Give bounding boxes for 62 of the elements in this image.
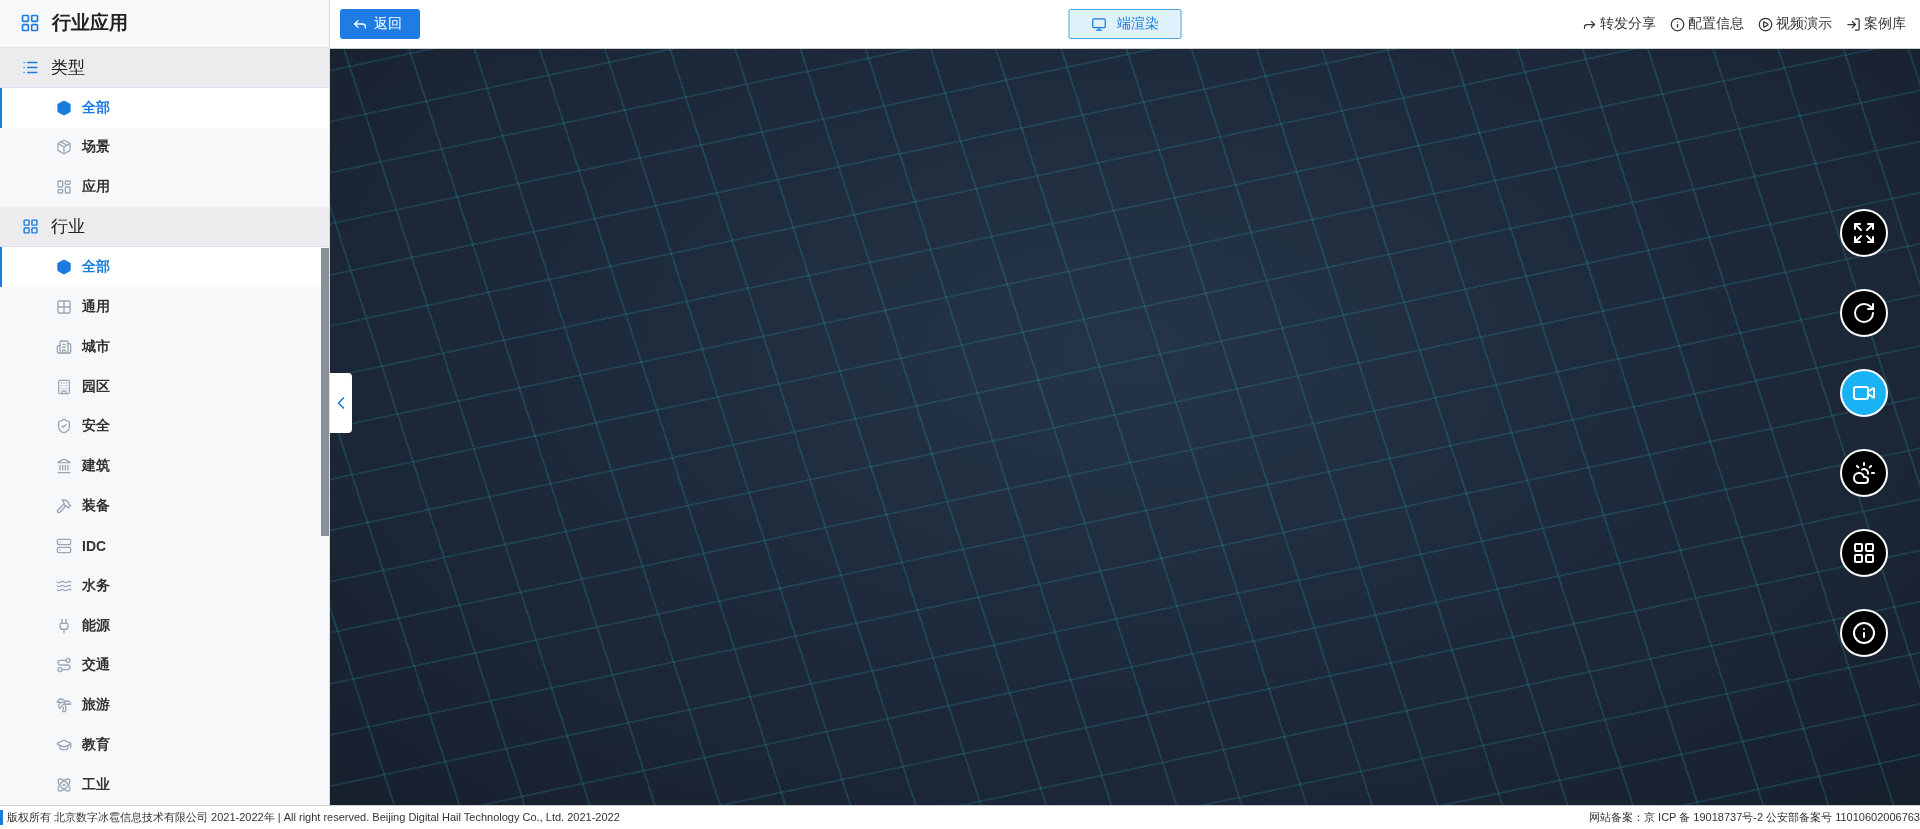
monitor-icon [1091, 16, 1107, 32]
atom-icon [56, 776, 72, 793]
sidebar-item[interactable]: 建筑 [0, 446, 321, 487]
cube-outline-icon [56, 139, 72, 156]
sidebar-title-text: 行业应用 [52, 11, 128, 36]
sidebar-item[interactable]: 能源 [0, 605, 321, 646]
back-button[interactable]: 返回 [340, 9, 420, 39]
collapse-sidebar-button[interactable] [330, 373, 352, 433]
grid-icon [22, 218, 39, 236]
toolbar-link[interactable]: 转发分享 [1582, 15, 1656, 33]
section-title: 类型 [51, 56, 85, 79]
info-icon [1852, 621, 1876, 645]
render-mode-button[interactable]: 端渲染 [1068, 9, 1182, 39]
sidebar-item[interactable]: 场景 [0, 127, 329, 168]
sidebar-item[interactable]: 教育 [0, 725, 321, 766]
cube-icon [56, 259, 72, 275]
sidebar-item[interactable]: 应用 [0, 167, 329, 208]
sidebar-item[interactable]: 通用 [0, 286, 321, 327]
fullscreen-button[interactable] [1840, 209, 1888, 257]
login-icon [1846, 16, 1861, 32]
rotate-icon [1852, 301, 1876, 325]
section-title: 行业 [51, 216, 85, 239]
toolbar-link[interactable]: 视频演示 [1758, 15, 1832, 33]
copyright-text: 版权所有 北京数字冰雹信息技术有限公司 2021-2022年 | All right reserved. Beijing Digital Hail Technology Co., Ltd. 2021-2022 [0, 810, 620, 825]
sidebar-item[interactable]: 工业 [0, 765, 321, 805]
rotate-button[interactable] [1840, 289, 1888, 337]
cube-icon [56, 99, 72, 116]
grid-button[interactable] [1840, 529, 1888, 577]
landmark-icon [56, 458, 72, 475]
hammer-icon [56, 498, 72, 515]
shield-icon [56, 418, 72, 435]
sidebar-item[interactable]: 水务 [0, 565, 321, 606]
sidebar-item[interactable]: 全部 [0, 247, 321, 287]
route-icon [56, 657, 72, 674]
sidebar-item[interactable]: IDC [0, 526, 321, 566]
camera-button[interactable] [1840, 369, 1888, 417]
grid-icon [56, 298, 72, 315]
expand-icon [1852, 221, 1876, 245]
sidebar-item[interactable]: 装备 [0, 486, 321, 526]
sidebar-item[interactable]: 城市 [0, 326, 321, 367]
toolbar-link[interactable]: 配置信息 [1670, 15, 1744, 33]
sidebar-item[interactable]: 全部 [0, 87, 329, 128]
play-icon [1758, 16, 1773, 32]
grid-icon [1852, 541, 1876, 565]
sidebar-item[interactable]: 安全 [0, 406, 321, 447]
plug-icon [56, 617, 72, 634]
info-button[interactable] [1840, 609, 1888, 657]
toolbar-link[interactable]: 案例库 [1846, 15, 1906, 33]
building-icon [56, 378, 72, 395]
info-icon [1670, 16, 1685, 32]
sidebar-item[interactable]: 交通 [0, 645, 321, 686]
cloud-sun-icon [1852, 461, 1876, 485]
scrollbar-thumb[interactable] [321, 248, 329, 536]
server-icon [56, 537, 72, 554]
sidebar-item[interactable]: 旅游 [0, 685, 321, 726]
record-text: 网站备案：京 ICP 备 19018737号-2 公安部备案号 11010602006763 [1589, 810, 1920, 825]
palm-tree-icon [56, 697, 72, 714]
grid-icon [20, 13, 40, 34]
buildings-icon [56, 338, 72, 355]
weather-button[interactable] [1840, 449, 1888, 497]
sidebar-item[interactable]: 园区 [0, 366, 321, 407]
dashboard-icon [56, 179, 72, 196]
